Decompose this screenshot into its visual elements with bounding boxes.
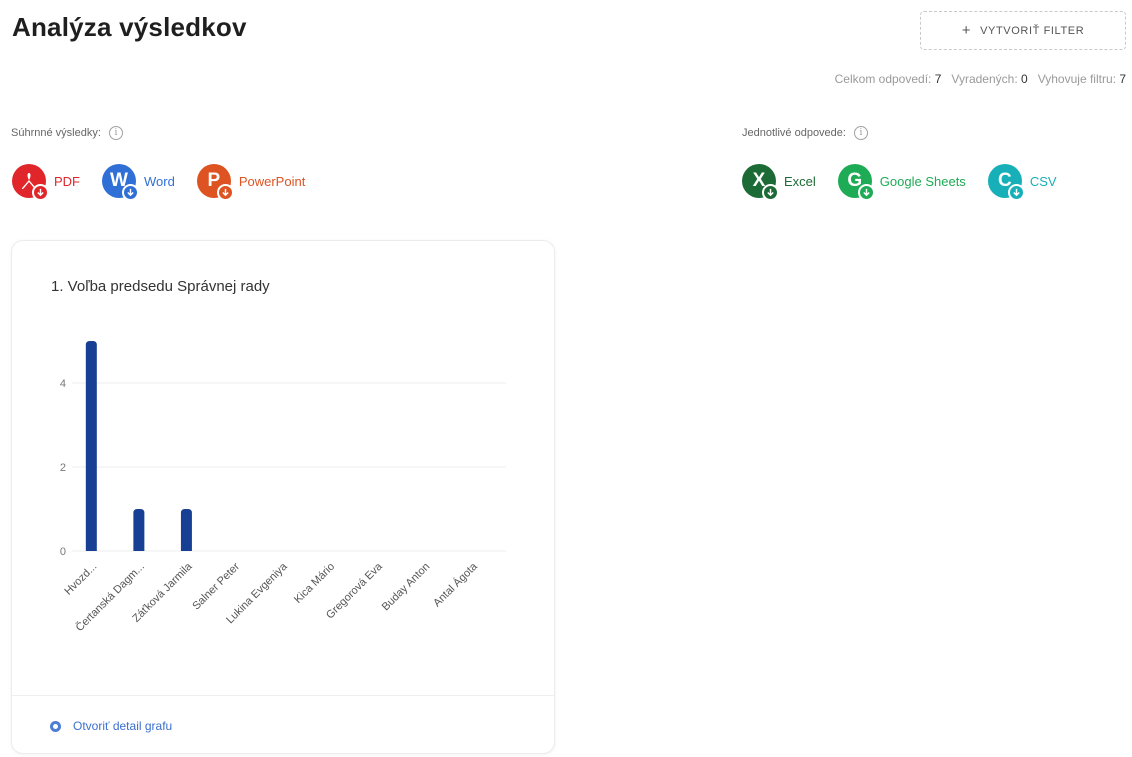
download-icon xyxy=(216,184,234,201)
chart-card: 1. Voľba predsedu Správnej rady 0 2 4 Hvozd… xyxy=(11,240,555,754)
export-pdf-button[interactable]: PDF xyxy=(12,164,80,201)
card-divider xyxy=(12,695,554,696)
export-label: Excel xyxy=(784,173,816,189)
info-icon[interactable]: i xyxy=(108,126,123,140)
export-label: Word xyxy=(144,173,175,189)
download-icon xyxy=(762,184,779,201)
y-tick-label: 4 xyxy=(60,378,66,390)
create-filter-label: VYTVORIŤ FILTER xyxy=(980,24,1085,37)
bar[interactable] xyxy=(180,509,192,551)
download-icon xyxy=(1007,184,1025,201)
x-tick-label: Hvozd... xyxy=(62,561,99,598)
open-chart-detail-link[interactable]: Otvoriť detail grafu xyxy=(50,719,172,733)
create-filter-button[interactable]: + VYTVORIŤ FILTER xyxy=(920,11,1126,50)
chart-detail-icon xyxy=(50,720,61,732)
export-word-button[interactable]: W Word xyxy=(102,164,175,201)
export-label: Google Sheets xyxy=(879,173,966,189)
download-icon xyxy=(32,184,49,201)
total-responses: Celkom odpovedí: 7 xyxy=(834,72,942,86)
export-csv-button[interactable]: C CSV xyxy=(987,164,1057,201)
x-tick-label: Antal Ágota xyxy=(430,559,480,609)
google-sheets-icon: G xyxy=(837,164,875,201)
x-tick-label: Buday Anton xyxy=(380,561,433,614)
download-icon xyxy=(122,184,139,201)
individual-responses-label: Jednotlivé odpovede: i xyxy=(742,126,868,140)
excel-icon: X xyxy=(742,164,779,201)
matching-responses: Vyhovuje filtru: 7 xyxy=(1037,72,1126,86)
bar-chart: 024Hvozd...Čertanská Dagm...Záťková Jarm… xyxy=(60,341,506,634)
bar[interactable] xyxy=(133,509,145,551)
export-label: CSV xyxy=(1029,173,1057,189)
plus-icon: + xyxy=(961,22,972,39)
x-tick-label: Salner Peter xyxy=(190,560,242,612)
excluded-responses: Vyradených: 0 xyxy=(951,72,1028,86)
x-tick-label: Kica Mário xyxy=(292,561,337,606)
y-tick-label: 2 xyxy=(60,462,66,474)
export-google-sheets-button[interactable]: G Google Sheets xyxy=(837,164,966,201)
export-excel-button[interactable]: X Excel xyxy=(742,164,816,201)
download-icon xyxy=(857,184,875,201)
csv-icon: C xyxy=(987,164,1025,201)
summary-results-label: Súhrnné výsledky: i xyxy=(11,126,123,140)
page-title: Analýza výsledkov xyxy=(12,12,247,42)
word-icon: W xyxy=(102,164,139,201)
bar[interactable] xyxy=(85,341,97,551)
info-icon[interactable]: i xyxy=(853,126,868,140)
powerpoint-icon: P xyxy=(196,164,234,201)
individual-exports: X Excel G Google Sheets C CSV xyxy=(742,164,1057,201)
pdf-icon xyxy=(12,164,49,201)
response-stats: Celkom odpovedí: 7 Vyradených: 0 Vyhovuj… xyxy=(825,72,1126,86)
y-tick-label: 0 xyxy=(60,546,66,558)
summary-exports: PDF W Word P PowerPoint xyxy=(12,164,327,201)
export-label: PowerPoint xyxy=(238,173,306,189)
export-label: PDF xyxy=(54,173,80,189)
export-powerpoint-button[interactable]: P PowerPoint xyxy=(196,164,306,201)
